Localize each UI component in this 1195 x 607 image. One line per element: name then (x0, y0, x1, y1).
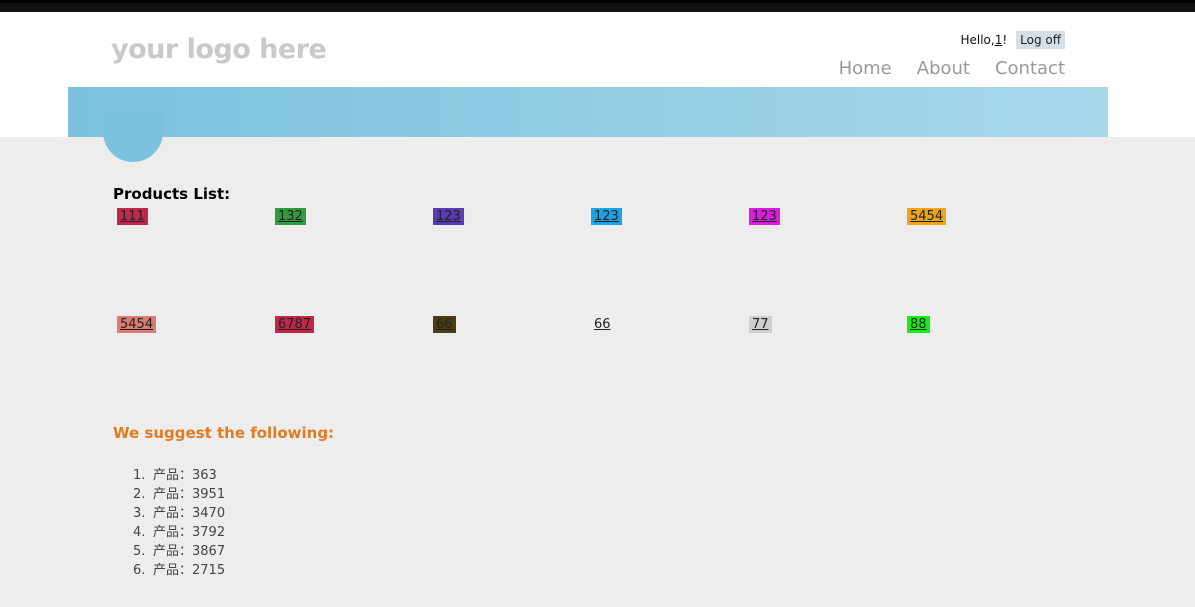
suggest-item-label: 产品：3470 (153, 506, 226, 521)
suggest-item: 5. 产品：3867 (133, 542, 225, 561)
suggest-item: 6. 产品：2715 (133, 561, 225, 580)
suggest-item-number: 3. (133, 506, 146, 521)
product-link[interactable]: 111 (117, 208, 148, 225)
suggest-item-number: 5. (133, 544, 146, 559)
top-border (0, 0, 1195, 12)
product-link[interactable]: 132 (275, 208, 306, 225)
products-title: Products List: (113, 185, 231, 203)
logoff-button[interactable]: Log off (1016, 31, 1065, 49)
greeting-text: Hello, (960, 33, 995, 47)
suggest-item-number: 6. (133, 563, 146, 578)
greeting-end: ! (1002, 33, 1008, 47)
product-link[interactable]: 123 (433, 208, 464, 225)
product-link[interactable]: 66 (591, 316, 614, 333)
suggest-item-label: 产品：3951 (153, 487, 226, 502)
nav-about[interactable]: About (917, 58, 970, 79)
suggest-item-label: 产品：2715 (153, 563, 226, 578)
product-link[interactable]: 5454 (907, 208, 947, 225)
username-link[interactable]: 1 (995, 33, 1003, 47)
suggest-item-number: 2. (133, 487, 146, 502)
main-nav: Home About Contact (814, 58, 1065, 79)
nav-home[interactable]: Home (839, 58, 892, 79)
product-link[interactable]: 5454 (117, 316, 157, 333)
suggest-item: 3. 产品：3470 (133, 504, 225, 523)
product-link[interactable]: 77 (749, 316, 772, 333)
product-link[interactable]: 6787 (275, 316, 315, 333)
suggest-title: We suggest the following: (113, 424, 335, 442)
header-banner (68, 87, 1108, 137)
nav-contact[interactable]: Contact (995, 58, 1065, 79)
suggest-item: 2. 产品：3951 (133, 485, 225, 504)
suggest-item-number: 1. (133, 468, 146, 483)
product-link[interactable]: 88 (907, 316, 930, 333)
site-logo[interactable]: your logo here (111, 34, 327, 65)
top-stripe-dark (0, 3, 1195, 12)
product-link[interactable]: 123 (749, 208, 780, 225)
suggest-item-label: 产品：363 (153, 468, 217, 483)
suggest-list: 1. 产品：363 2. 产品：3951 3. 产品：3470 4. 产品：3792 5. 产品：… (133, 466, 225, 580)
banner-tab (103, 112, 163, 162)
login-display: Hello, 1 ! Log off (960, 31, 1065, 49)
suggest-item-label: 产品：3792 (153, 525, 226, 540)
product-link[interactable]: 66 (433, 316, 456, 333)
product-link[interactable]: 123 (591, 208, 622, 225)
suggest-item: 4. 产品：3792 (133, 523, 225, 542)
suggest-item-label: 产品：3867 (153, 544, 226, 559)
suggest-item: 1. 产品：363 (133, 466, 225, 485)
suggest-item-number: 4. (133, 525, 146, 540)
